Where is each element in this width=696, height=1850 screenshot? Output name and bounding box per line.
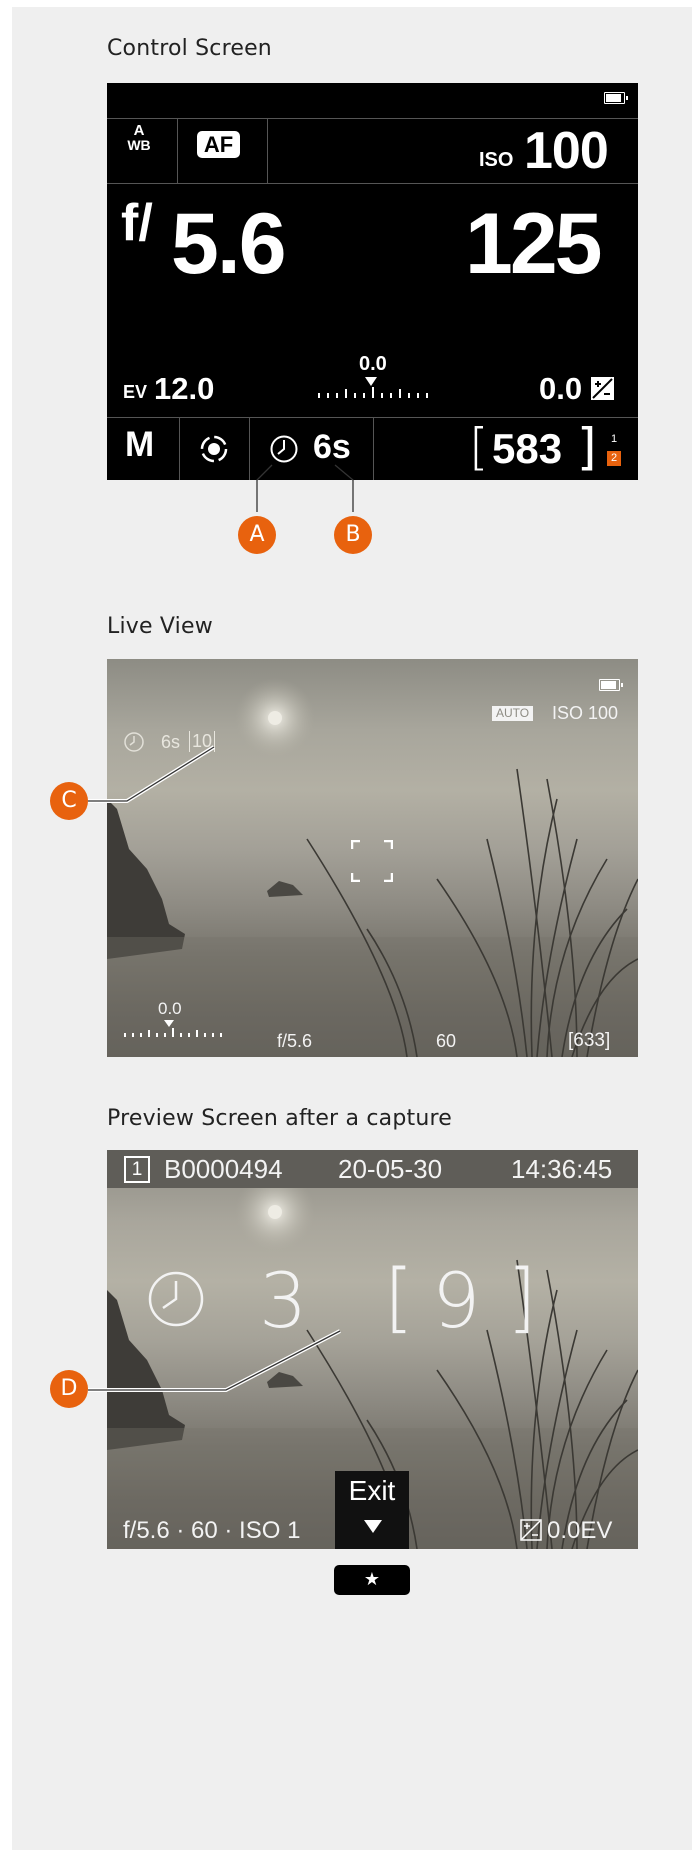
marker-b: B [334,516,372,554]
shutter-value: 60 [436,1031,457,1051]
capture-time: 14:36:45 [511,1154,613,1184]
star-button[interactable]: ★ [334,1565,410,1595]
marker-a: A [238,516,276,554]
iso-text: ISO 100 [552,703,619,723]
focus-frame-icon[interactable] [351,840,393,882]
live-view-title: Live View [107,614,213,639]
marker-c-connector [88,745,216,803]
shots-remaining: [633] [568,1030,611,1051]
exit-arrow-icon [364,1520,382,1533]
aperture-value: f/5.6 [277,1031,313,1051]
exit-label: Exit [348,1475,396,1506]
marker-connectors [256,464,354,512]
exposure-scale [124,1027,236,1037]
marker-c: C [50,782,88,820]
exposure-compensation-value: 0.0EV [547,1517,613,1544]
marker-d-connector [88,1329,341,1392]
auto-iso-badge: AUTO [492,706,534,721]
exposure-scale-pointer [164,1020,174,1027]
capture-settings: f/5.6 · 60 · ISO 1 [123,1517,301,1544]
exposure-scale-value: 0.0 [158,999,182,1018]
file-name: B0000494 [164,1154,283,1184]
battery-icon [599,679,623,691]
preview-screen-title: Preview Screen after a capture [107,1106,452,1131]
live-view-screen: AUTO ISO 100 6s 10 0.0 f/5.6 60 [633] [107,659,638,1057]
capture-date: 20-05-30 [338,1154,443,1184]
marker-d: D [50,1370,88,1408]
card-slot-indicator: 1 [124,1156,150,1183]
exposure-compensation-icon [520,1519,542,1541]
